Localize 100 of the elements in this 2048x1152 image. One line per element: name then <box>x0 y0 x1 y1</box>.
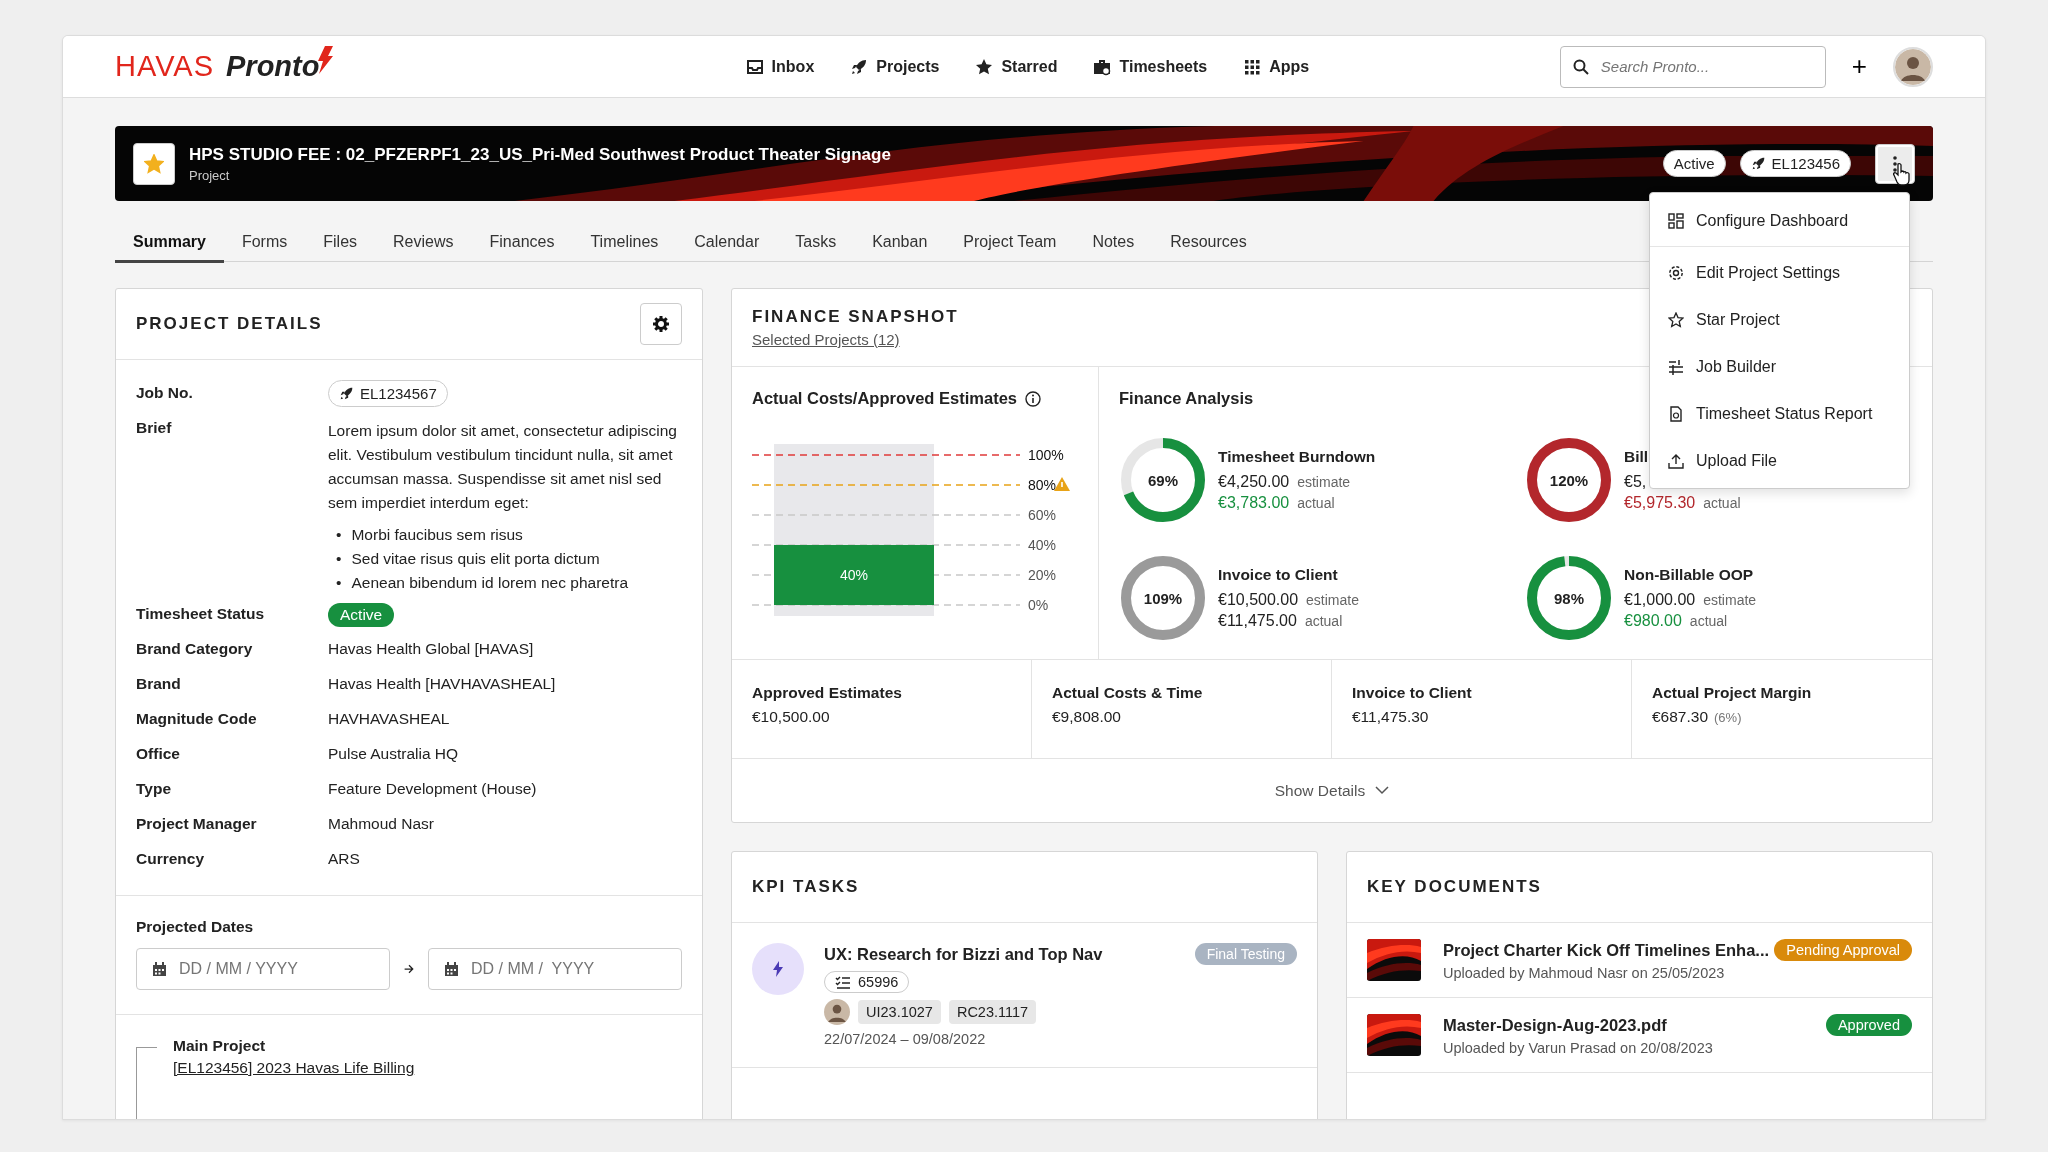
card-title: KEY DOCUMENTS <box>1367 877 1542 897</box>
card-title: PROJECT DETAILS <box>136 314 323 334</box>
more-icon <box>1893 155 1897 172</box>
menu-item[interactable]: Upload File <box>1650 437 1909 484</box>
chart-title: Actual Costs/Approved Estimates <box>752 389 1017 408</box>
metric-title: Timesheet Burndown <box>1218 448 1376 466</box>
y-tick-label: 60% <box>1028 507 1057 523</box>
field-value: Mahmoud Nasr <box>328 814 435 833</box>
status-tag: Active <box>328 603 395 627</box>
star-icon <box>1668 311 1684 328</box>
star-button[interactable] <box>133 142 175 185</box>
total-value: €10,500.00 <box>752 708 830 726</box>
nav-link[interactable]: Inbox <box>745 57 815 76</box>
tab[interactable]: Reviews <box>375 223 472 263</box>
tab[interactable]: Summary <box>115 223 224 263</box>
nav-link[interactable]: Projects <box>850 57 940 76</box>
nav-link[interactable]: Starred <box>975 57 1058 76</box>
field-label: Brand Category <box>136 639 254 658</box>
metric-title: Invoice to Client <box>1218 566 1338 584</box>
actual-label: actual <box>1297 495 1335 511</box>
search-input[interactable]: Search Pronto... <box>1598 57 1803 76</box>
settings-icon <box>1668 264 1684 281</box>
show-details-button[interactable]: Show Details <box>1268 780 1396 801</box>
field-value: Pulse Australia HQ <box>328 744 460 763</box>
task-status-tag: Final Testing <box>1194 943 1297 965</box>
document-title: Master-Design-Aug-2023.pdf <box>1443 1015 1667 1035</box>
percent-label: 69% <box>1148 471 1178 489</box>
builder-icon <box>1668 358 1684 375</box>
total-value: €11,475.30 <box>1352 708 1429 726</box>
field-value: ARS <box>328 849 361 868</box>
end-date-field[interactable]: DD / MM / YYYY <box>428 948 682 990</box>
task-title: UX: Research for Bizzi and Top Nav <box>824 944 1103 964</box>
field-label: Timesheet Status <box>136 604 266 623</box>
tab[interactable]: Kanban <box>854 223 946 263</box>
job-number-tag: EL123456 <box>1739 150 1851 177</box>
selected-projects-link[interactable]: Selected Projects (12) <box>752 331 900 348</box>
field-value: Feature Development (House) <box>328 779 538 798</box>
nav-link[interactable]: Timesheets <box>1093 57 1208 76</box>
actual-label: actual <box>1703 495 1741 511</box>
tab[interactable]: Files <box>305 223 376 263</box>
estimate-value: €5, <box>1624 473 1647 491</box>
menu-item[interactable]: Job Builder <box>1650 343 1909 390</box>
y-tick-label: 20% <box>1028 567 1057 583</box>
tab[interactable]: Timelines <box>572 223 677 263</box>
tab[interactable]: Tasks <box>777 223 855 263</box>
start-date-field[interactable]: DD / MM / YYYY <box>136 948 390 990</box>
field-label: Brand <box>136 674 182 693</box>
info-icon[interactable] <box>1025 390 1041 407</box>
bullet-item: Sed vitae risus quis elit porta dictum <box>351 549 600 569</box>
rocket-icon <box>850 57 869 76</box>
actual-value: €980.00 <box>1624 612 1682 630</box>
actual-value: €11,475.00 <box>1218 612 1297 630</box>
y-tick-label: 40% <box>1028 537 1057 553</box>
metric-title: Non-Billable OOP <box>1624 566 1754 584</box>
job-number-tag: EL1234567 <box>328 380 448 407</box>
nav-link[interactable]: Apps <box>1243 57 1310 76</box>
tab[interactable]: Resources <box>1152 223 1265 263</box>
field-label: Main Project <box>173 1037 267 1055</box>
settings-button[interactable] <box>640 303 682 345</box>
card-title: FINANCE SNAPSHOT <box>752 307 959 327</box>
document-icon <box>1668 405 1684 422</box>
tab[interactable]: Notes <box>1074 223 1153 263</box>
task-dates: 22/07/2024 – 09/08/2022 <box>824 1031 987 1047</box>
menu-item[interactable]: Star Project <box>1650 296 1909 343</box>
total-value: €9,808.00 <box>1052 708 1121 726</box>
tab[interactable]: Calendar <box>676 223 778 263</box>
inbox-icon <box>745 57 764 76</box>
bullet-item: Aenean bibendum id lorem nec pharetra <box>351 573 629 593</box>
settings-icon <box>653 316 669 332</box>
total-label: Actual Costs & Time <box>1052 684 1204 702</box>
menu-item[interactable]: Timesheet Status Report <box>1650 390 1909 437</box>
tab[interactable]: Project Team <box>945 223 1075 263</box>
grid-icon <box>1243 57 1262 76</box>
tab[interactable]: Finances <box>471 223 573 263</box>
tab[interactable]: Forms <box>223 223 306 263</box>
percent-label: 109% <box>1143 589 1183 607</box>
user-avatar[interactable] <box>1893 46 1933 87</box>
logo-product: Pronto <box>226 50 320 83</box>
menu-item[interactable]: Edit Project Settings <box>1650 249 1909 296</box>
total-note: (6%) <box>1714 710 1742 725</box>
actual-value: €5,975.30 <box>1624 494 1696 512</box>
search-field[interactable]: Search Pronto... <box>1559 45 1826 88</box>
field-label: Currency <box>136 849 206 868</box>
hand-cursor-icon <box>1893 162 1911 186</box>
logo[interactable]: HAVAS Pronto <box>115 50 415 83</box>
field-value: HAVHAVASHEAL <box>328 709 451 728</box>
section-title: Finance Analysis <box>1119 389 1255 408</box>
bar-value-label: 40% <box>840 567 868 583</box>
field-label: Job No. <box>136 383 194 402</box>
menu-item[interactable]: Configure Dashboard <box>1650 197 1909 244</box>
main-project-link[interactable]: [EL123456] 2023 Havas Life Billing <box>173 1059 415 1077</box>
upload-info: Uploaded by Mahmoud Nasr on 25/05/2023 <box>1443 965 1726 981</box>
add-button[interactable]: + <box>1847 51 1871 82</box>
lightning-icon <box>317 45 334 74</box>
bullet-mark: • <box>336 573 342 593</box>
y-tick-label: 0% <box>1028 597 1049 613</box>
actual-label: actual <box>1304 613 1343 629</box>
percent-label: 120% <box>1549 471 1589 489</box>
y-tick-label: 100% <box>1028 447 1064 463</box>
upload-icon <box>1668 452 1684 469</box>
